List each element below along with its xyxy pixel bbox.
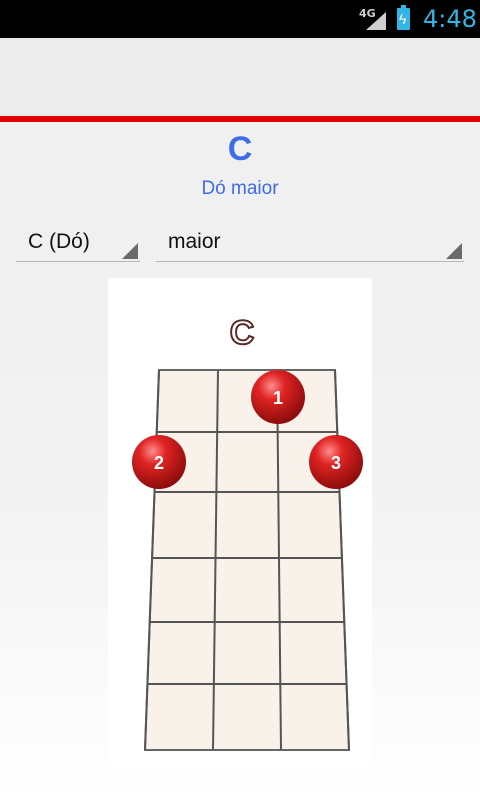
chord-diagram: C 1 2 3 — [108, 278, 372, 766]
header-divider — [0, 116, 480, 122]
chord-type-value: maior — [168, 230, 221, 253]
chord-full-name: Dó maior — [201, 178, 279, 199]
fretboard: C 1 2 3 — [132, 313, 363, 751]
dropdown-arrow-icon — [122, 243, 138, 259]
battery-charging-icon: ϟ — [397, 5, 410, 30]
diagram-chord-label: C — [230, 314, 255, 352]
dropdown-arrow-icon — [446, 243, 462, 259]
root-note-spinner[interactable]: C (Dó) — [16, 224, 140, 262]
finger-number: 1 — [273, 388, 283, 408]
fretboard-body — [143, 369, 351, 751]
finger-marker-3: 3 — [309, 435, 363, 489]
status-clock: 4:48 — [423, 5, 477, 33]
chord-type-spinner[interactable]: maior — [156, 224, 464, 262]
finger-number: 3 — [331, 453, 341, 473]
action-bar — [0, 38, 480, 116]
root-note-value: C (Dó) — [28, 230, 90, 253]
finger-marker-1: 1 — [251, 370, 305, 424]
finger-number: 2 — [154, 453, 164, 473]
signal-icon — [366, 12, 386, 30]
chord-name: C — [227, 130, 253, 168]
finger-marker-2: 2 — [132, 435, 186, 489]
status-bar: 4G ϟ 4:48 — [0, 0, 480, 38]
